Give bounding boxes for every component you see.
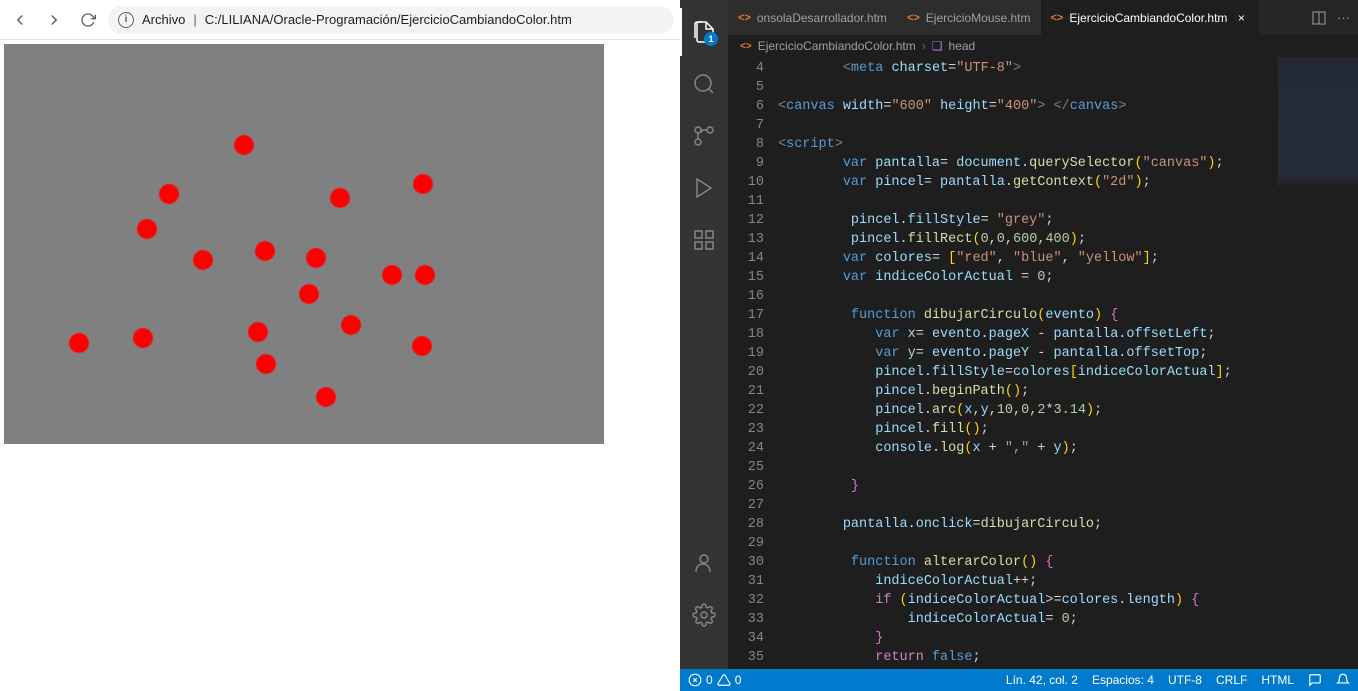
status-bar: 0 0 Lín. 42, col. 2 Espacios: 4 UTF-8 CR… xyxy=(680,669,1358,691)
drawing-canvas[interactable] xyxy=(4,44,604,444)
activity-bar: 1 xyxy=(680,0,728,669)
extensions-icon[interactable] xyxy=(680,216,728,264)
breadcrumb-symbol: head xyxy=(949,39,976,53)
reload-button[interactable] xyxy=(74,6,102,34)
explorer-icon[interactable]: 1 xyxy=(680,8,728,56)
url-scheme-label: Archivo xyxy=(142,12,185,27)
more-actions-icon[interactable]: ··· xyxy=(1337,10,1350,25)
eol-status[interactable]: CRLF xyxy=(1216,673,1247,687)
breadcrumb[interactable]: <> EjercicioCambiandoColor.htm › ❑ head xyxy=(728,35,1358,57)
settings-gear-icon[interactable] xyxy=(680,591,728,639)
minimap[interactable] xyxy=(1278,57,1358,187)
url-separator: | xyxy=(193,12,196,27)
problems-status[interactable]: 0 0 xyxy=(688,673,741,687)
notifications-icon[interactable] xyxy=(1336,673,1350,687)
encoding-status[interactable]: UTF-8 xyxy=(1168,673,1202,687)
address-bar[interactable]: i Archivo | C:/LILIANA/Oracle-Programaci… xyxy=(108,6,674,34)
run-debug-icon[interactable] xyxy=(680,164,728,212)
file-icon: <> xyxy=(1051,12,1064,24)
tab-bar: <> onsolaDesarrollador.htm <> EjercicioMous… xyxy=(728,0,1358,35)
tab[interactable]: <> EjercicioCambiandoColor.htm × xyxy=(1041,0,1260,35)
cursor-position[interactable]: Lín. 42, col. 2 xyxy=(1006,673,1078,687)
tab-label: EjercicioCambiandoColor.htm xyxy=(1069,11,1227,25)
back-button[interactable] xyxy=(6,6,34,34)
site-info-icon[interactable]: i xyxy=(118,12,134,28)
symbol-icon: ❑ xyxy=(932,39,943,53)
file-icon: <> xyxy=(740,41,752,52)
tab[interactable]: <> onsolaDesarrollador.htm xyxy=(728,0,897,35)
url-path: C:/LILIANA/Oracle-Programación/Ejercicio… xyxy=(205,12,572,27)
editor-group: <> onsolaDesarrollador.htm <> EjercicioMous… xyxy=(728,0,1358,669)
indentation-status[interactable]: Espacios: 4 xyxy=(1092,673,1154,687)
browser-toolbar: i Archivo | C:/LILIANA/Oracle-Programaci… xyxy=(0,0,680,40)
language-mode[interactable]: HTML xyxy=(1261,673,1294,687)
tab-label: onsolaDesarrollador.htm xyxy=(757,11,887,25)
accounts-icon[interactable] xyxy=(680,539,728,587)
page-content xyxy=(0,40,680,448)
breadcrumb-file: EjercicioCambiandoColor.htm xyxy=(758,39,916,53)
explorer-badge: 1 xyxy=(704,32,718,46)
browser-pane: i Archivo | C:/LILIANA/Oracle-Programaci… xyxy=(0,0,680,691)
code-lines[interactable]: <meta charset="UTF-8"><canvas width="600… xyxy=(778,57,1358,669)
code-editor[interactable]: 4567891011121314151617181920212223242526… xyxy=(728,57,1358,669)
chevron-right-icon: › xyxy=(922,39,926,53)
search-icon[interactable] xyxy=(680,60,728,108)
feedback-icon[interactable] xyxy=(1308,673,1322,687)
close-icon[interactable]: × xyxy=(1233,11,1249,25)
forward-button[interactable] xyxy=(40,6,68,34)
line-gutter: 4567891011121314151617181920212223242526… xyxy=(728,57,778,669)
tab-label: EjercicioMouse.htm xyxy=(926,11,1031,25)
file-icon: <> xyxy=(738,12,751,24)
file-icon: <> xyxy=(907,12,920,24)
split-editor-icon[interactable] xyxy=(1311,10,1327,26)
tab[interactable]: <> EjercicioMouse.htm xyxy=(897,0,1041,35)
source-control-icon[interactable] xyxy=(680,112,728,160)
vscode-pane: 1 <> onsolaDesarrollador.htm <> EjercicioMo… xyxy=(680,0,1358,691)
